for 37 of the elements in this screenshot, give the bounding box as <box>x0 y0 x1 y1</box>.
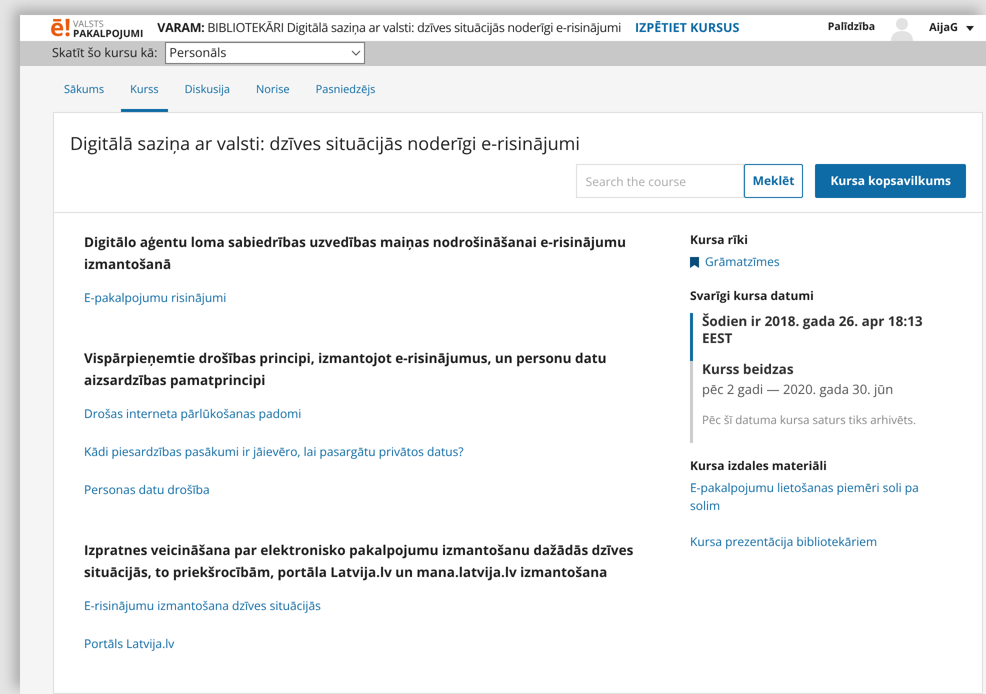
lesson-link[interactable]: Portāls Latvija.lv <box>84 635 654 653</box>
tools-title: Kursa rīki <box>690 231 749 249</box>
date-subtitle: pēc 2 gadi — 2020. gada 30. jūn <box>702 380 894 400</box>
handouts-title: Kursa izdales materiāli <box>690 456 828 475</box>
course-tab[interactable]: Diskusija <box>176 80 240 112</box>
search-field[interactable]: Search the course <box>576 164 744 198</box>
user-menu[interactable]: AijaG <box>929 20 974 36</box>
lesson-link[interactable]: Personas datu drošība <box>84 481 654 499</box>
date-note: Pēc šī datuma kursa saturs tiks arhivēts. <box>702 412 918 429</box>
course-title: Digitālā saziņa ar valsti: dzīves situācijās noderīgi e-risinājumi <box>70 131 581 158</box>
course-summary-button[interactable]: Kursa kopsavilkums <box>815 164 966 198</box>
bookmarks-link[interactable]: Grāmatzīmes <box>690 253 950 271</box>
bookmark-icon <box>690 256 699 268</box>
section-title: Vispārpieņemtie drošības principi, izmantojot e-risinājumus, un personu datu aizsardzības pamatprincipi <box>84 348 608 391</box>
handout-link[interactable]: E-pakalpojumu lietošanas piemēri soli pa solim <box>690 478 940 515</box>
view-as-select[interactable]: Personāls <box>165 42 366 64</box>
avatar-icon <box>889 15 916 41</box>
course-tab[interactable]: Pasniedzējs <box>306 80 384 112</box>
chevron-down-icon <box>351 50 362 56</box>
section-title: Izpratnes veicināšana par elektronisko pakalpojumu izmantošanu dažādās dzīves situācijās, to priekšrocībām, portāla Latvija.lv un mana.latvija.lv izmantošana <box>84 540 634 583</box>
explore-courses-link[interactable]: IZPĒTIET KURSUS <box>635 18 740 38</box>
search-button[interactable]: Meklēt <box>744 164 804 198</box>
course-heading: VARAM: BIBLIOTEKĀRI Digitālā saziņa ar valsti: dzīves situācijās noderīgi e-risinājumi <box>157 18 622 38</box>
dates-title: Svarīgi kursa datumi <box>690 287 815 305</box>
course-tab[interactable]: Norise <box>247 80 299 112</box>
lesson-link[interactable]: Drošas interneta pārlūkošanas padomi <box>84 405 654 423</box>
help-link[interactable]: Palīdzība <box>828 20 876 36</box>
lesson-link[interactable]: E-pakalpojumu risinājumi <box>84 289 654 307</box>
lesson-link[interactable]: Kādi piesardzības pasākumi ir jāievēro, lai pasargātu privātos datus? <box>84 443 654 461</box>
course-tab[interactable]: Sākums <box>55 80 114 112</box>
lesson-link[interactable]: E-risinājumu izmantošana dzīves situācijās <box>84 597 654 615</box>
view-as-label: Skatīt šo kursu kā: <box>52 44 158 63</box>
caret-icon <box>966 26 974 30</box>
section-title: Digitālo aģentu loma sabiedrības uzvedības maiņas nodrošināšanai e-risinājumu izmantošanā <box>84 232 627 275</box>
date-title: Kurss beidzas <box>702 361 795 378</box>
handout-link[interactable]: Kursa prezentācija bibliotekāriem <box>690 532 940 551</box>
date-title: Šodien ir 2018. gada 26. apr 18:13 EEST <box>702 313 924 347</box>
